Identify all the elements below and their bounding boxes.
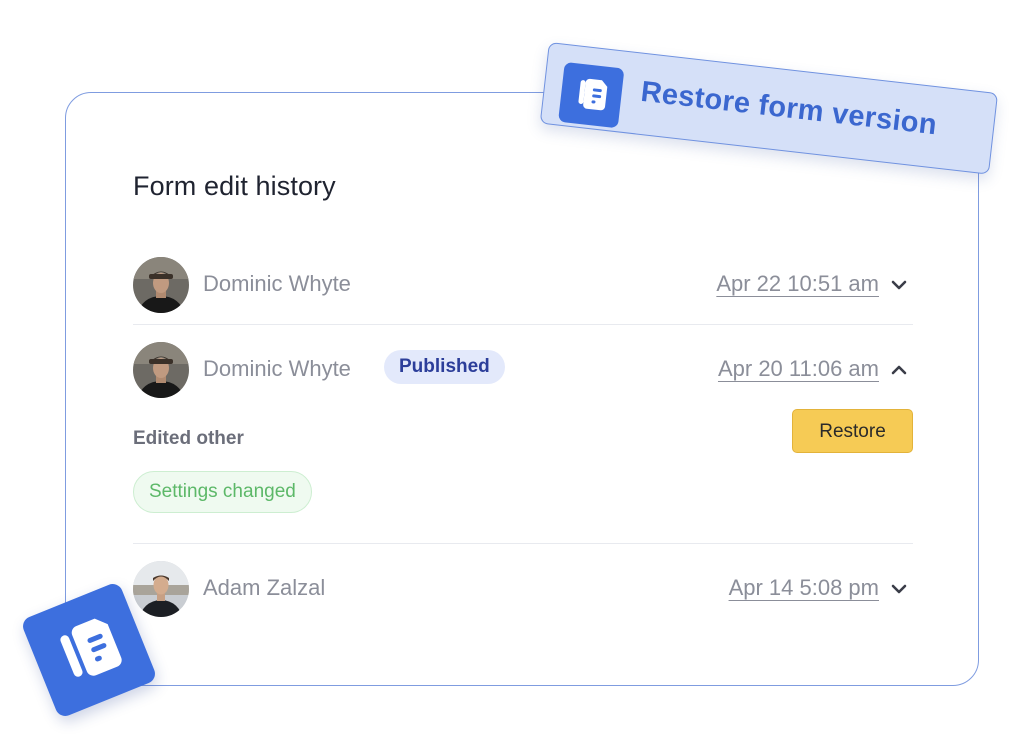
card-title: Form edit history xyxy=(133,171,336,201)
history-entry[interactable]: Dominic Whyte Apr 22 10:51 am xyxy=(133,255,913,315)
history-entry-expanded[interactable]: Dominic Whyte Published Apr 20 11:06 am xyxy=(133,340,913,400)
history-entry[interactable]: Adam Zalzal Apr 14 5:08 pm xyxy=(133,559,913,619)
stage: Form edit history Dominic Whyte Apr 22 1… xyxy=(0,0,1032,750)
user-avatar xyxy=(133,342,189,398)
form-logo-icon xyxy=(558,61,625,129)
entry-date-link[interactable]: Apr 20 11:06 am xyxy=(718,356,879,382)
callout-text: Restore form version xyxy=(639,75,939,142)
published-badge: Published xyxy=(384,350,505,384)
divider xyxy=(133,543,913,544)
change-chip: Settings changed xyxy=(133,471,312,513)
edit-type-label: Edited other xyxy=(133,428,244,449)
user-name: Dominic Whyte xyxy=(203,271,351,296)
chevron-down-icon[interactable] xyxy=(889,276,909,294)
user-avatar xyxy=(133,561,189,617)
edit-history-card: Form edit history Dominic Whyte Apr 22 1… xyxy=(65,92,979,686)
user-name: Dominic Whyte xyxy=(203,356,351,381)
entry-date-link[interactable]: Apr 22 10:51 am xyxy=(716,271,879,297)
chevron-down-icon[interactable] xyxy=(889,580,909,598)
entry-date-link[interactable]: Apr 14 5:08 pm xyxy=(729,575,879,601)
restore-button[interactable]: Restore xyxy=(792,409,913,453)
user-name: Adam Zalzal xyxy=(203,575,326,600)
chevron-up-icon[interactable] xyxy=(889,361,909,379)
user-avatar xyxy=(133,257,189,313)
divider xyxy=(133,324,913,325)
